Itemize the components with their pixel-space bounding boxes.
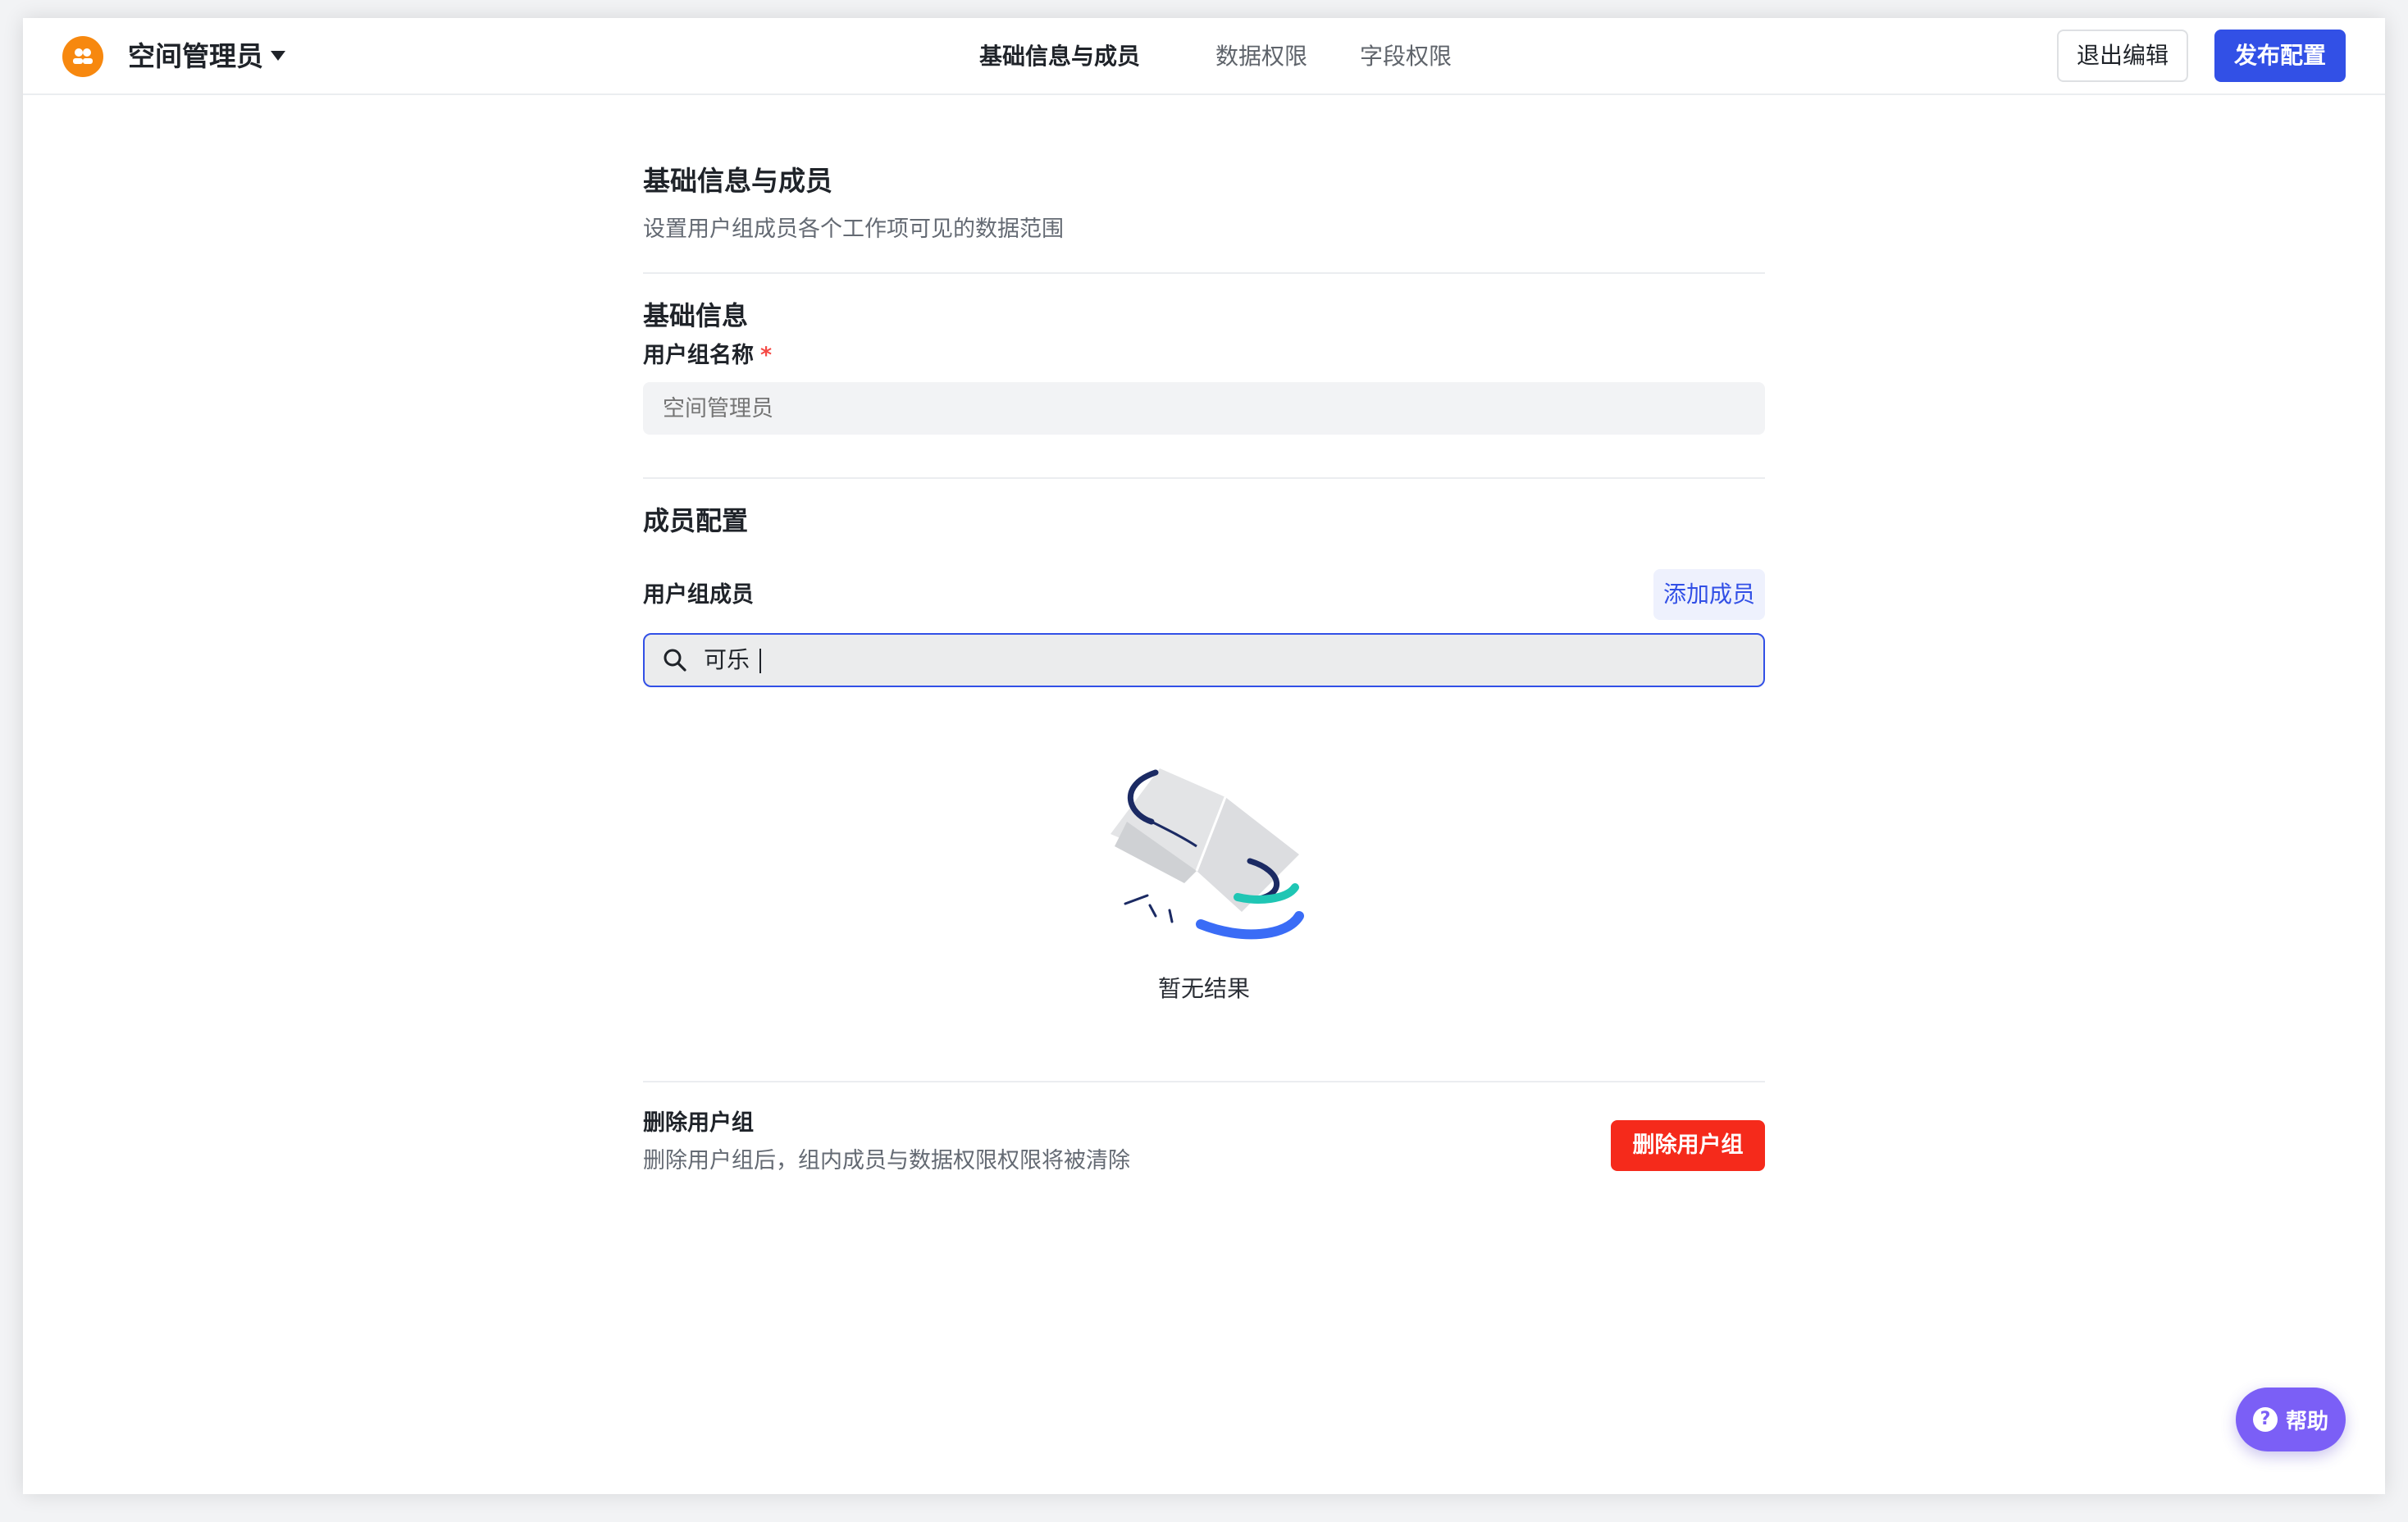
tab-data-permission[interactable]: 数据权限 [1215, 38, 1307, 75]
page-subtitle: 设置用户组成员各个工作项可见的数据范围 [643, 216, 1064, 242]
search-value[interactable]: 可乐 [704, 635, 762, 686]
add-member-button[interactable]: 添加成员 [1653, 569, 1765, 620]
exit-edit-button[interactable]: 退出编辑 [2057, 30, 2188, 82]
search-query-text: 可乐 [704, 646, 750, 673]
search-icon [664, 649, 686, 672]
empty-result-text: 暂无结果 [1157, 975, 1250, 1002]
tab-field-permission[interactable]: 字段权限 [1360, 38, 1452, 75]
help-button[interactable]: ? 帮助 [2236, 1388, 2346, 1451]
member-search-input[interactable]: 可乐 [643, 633, 1765, 687]
member-config-heading: 成员配置 [643, 505, 749, 536]
help-icon: ? [2252, 1407, 2278, 1432]
empty-result-illustration [1111, 768, 1304, 940]
group-name-input[interactable] [643, 382, 1765, 435]
page-title: 基础信息与成员 [643, 165, 832, 197]
top-bar: 空间管理员 基础信息与成员 数据权限 字段权限 退出编辑 发布配置 [23, 18, 2385, 95]
app-window: 空间管理员 基础信息与成员 数据权限 字段权限 退出编辑 发布配置 基础信息与成… [23, 18, 2385, 1494]
caret-down-icon[interactable] [271, 51, 285, 61]
divider [643, 477, 1765, 479]
divider [643, 272, 1765, 274]
delete-group-description: 删除用户组后，组内成员与数据权限权限将被清除 [643, 1148, 1130, 1173]
space-title[interactable]: 空间管理员 [128, 38, 263, 75]
group-members-label: 用户组成员 [643, 582, 754, 608]
tab-basic-members[interactable]: 基础信息与成员 [979, 38, 1140, 75]
group-name-label-text: 用户组名称 [643, 343, 754, 368]
delete-group-heading: 删除用户组 [643, 1110, 754, 1136]
divider [643, 1081, 1765, 1082]
basic-info-heading: 基础信息 [643, 300, 749, 331]
delete-group-button[interactable]: 删除用户组 [1611, 1120, 1765, 1171]
group-name-label: 用户组名称 * [643, 339, 772, 372]
space-group-icon[interactable] [62, 36, 103, 77]
publish-config-button[interactable]: 发布配置 [2214, 30, 2346, 82]
required-mark: * [760, 343, 773, 368]
text-cursor [759, 649, 762, 673]
help-label: 帮助 [2285, 1409, 2328, 1434]
